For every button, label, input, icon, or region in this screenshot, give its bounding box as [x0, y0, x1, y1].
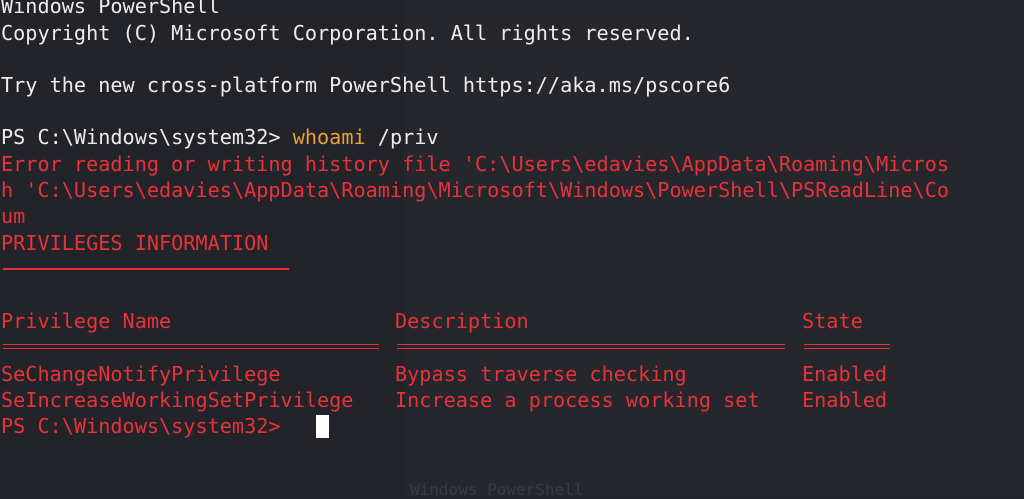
header-title: Windows PowerShell — [1, 0, 220, 18]
header-separator-description — [397, 344, 785, 349]
row-1-privilege-name: SeChangeNotifyPrivilege — [1, 362, 281, 386]
header-privilege-name: Privilege Name — [1, 309, 172, 333]
error-line-3: um — [1, 204, 26, 228]
try-new-powershell-line: Try the new cross-platform PowerShell ht… — [1, 73, 731, 97]
section-underline — [3, 268, 289, 270]
terminal-output[interactable]: Windows PowerShell Copyright (C) Microso… — [1, 0, 1024, 496]
row-2-state: Enabled — [802, 388, 888, 412]
header-separator-name — [3, 344, 379, 349]
section-title: PRIVILEGES INFORMATION — [1, 231, 269, 255]
command-line: PS C:\Windows\system32> whoami /priv — [1, 124, 439, 150]
command-args: /priv — [365, 125, 439, 149]
row-2-description: Increase a process working set — [395, 388, 760, 412]
header-state: State — [802, 309, 863, 333]
error-line-1: Error reading or writing history file 'C… — [1, 152, 950, 176]
row-1-state: Enabled — [802, 362, 888, 386]
copyright-line: Copyright (C) Microsoft Corporation. All… — [1, 21, 694, 45]
header-separator-state — [804, 344, 890, 349]
row-2-privilege-name: SeIncreaseWorkingSetPrivilege — [1, 388, 354, 412]
header-description: Description — [395, 309, 529, 333]
command-name: whoami — [292, 125, 366, 149]
row-1-description: Bypass traverse checking — [395, 362, 687, 386]
prompt: PS C:\Windows\system32> — [1, 125, 293, 149]
text-cursor[interactable] — [316, 415, 329, 438]
final-prompt: PS C:\Windows\system32> — [1, 414, 293, 438]
error-line-2: h 'C:\Users\edavies\AppData\Roaming\Micr… — [1, 178, 950, 202]
